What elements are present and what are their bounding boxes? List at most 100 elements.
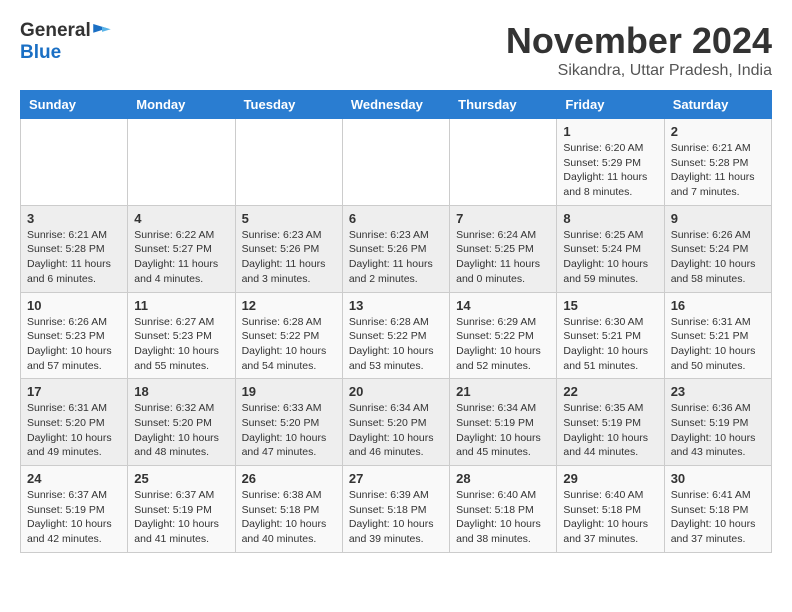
day-info: Sunrise: 6:40 AMSunset: 5:18 PMDaylight:… — [456, 488, 550, 547]
day-number: 5 — [242, 211, 336, 226]
calendar-cell: 20Sunrise: 6:34 AMSunset: 5:20 PMDayligh… — [342, 379, 449, 466]
calendar-cell: 8 Sunrise: 6:25 AMSunset: 5:24 PMDaylight… — [557, 205, 664, 292]
calendar-cell: 25 Sunrise: 6:37 AMSunset: 5:19 PMDayligh… — [128, 466, 235, 553]
day-number: 6 — [349, 211, 443, 226]
day-info: Sunrise: 6:26 AMSunset: 5:23 PMDaylight:… — [27, 315, 121, 374]
calendar-cell: 26 Sunrise: 6:38 AMSunset: 5:18 PMDayligh… — [235, 466, 342, 553]
day-number: 30 — [671, 471, 765, 486]
day-info: Sunrise: 6:36 AMSunset: 5:19 PMDaylight:… — [671, 401, 765, 460]
day-number: 24 — [27, 471, 121, 486]
month-title: November 2024 — [506, 20, 772, 62]
day-info: Sunrise: 6:37 AMSunset: 5:19 PMDaylight:… — [134, 488, 228, 547]
day-number: 10 — [27, 298, 121, 313]
calendar-cell: 6 Sunrise: 6:23 AMSunset: 5:26 PMDaylight… — [342, 205, 449, 292]
day-number: 18 — [134, 384, 228, 399]
calendar-week-row: 17 Sunrise: 6:31 AMSunset: 5:20 PMDayligh… — [21, 379, 772, 466]
calendar-cell — [21, 119, 128, 206]
calendar-cell: 4 Sunrise: 6:22 AMSunset: 5:27 PMDaylight… — [128, 205, 235, 292]
calendar-cell: 3Sunrise: 6:21 AMSunset: 5:28 PMDaylight… — [21, 205, 128, 292]
col-friday: Friday — [557, 91, 664, 119]
calendar-cell: 12 Sunrise: 6:28 AMSunset: 5:22 PMDayligh… — [235, 292, 342, 379]
location-title: Sikandra, Uttar Pradesh, India — [506, 62, 772, 80]
calendar-cell — [342, 119, 449, 206]
day-info: Sunrise: 6:29 AMSunset: 5:22 PMDaylight:… — [456, 315, 550, 374]
day-info: Sunrise: 6:31 AMSunset: 5:20 PMDaylight:… — [27, 401, 121, 460]
day-number: 23 — [671, 384, 765, 399]
col-sunday: Sunday — [21, 91, 128, 119]
col-thursday: Thursday — [450, 91, 557, 119]
col-wednesday: Wednesday — [342, 91, 449, 119]
day-info: Sunrise: 6:33 AMSunset: 5:20 PMDaylight:… — [242, 401, 336, 460]
calendar-table: Sunday Monday Tuesday Wednesday Thursday… — [20, 90, 772, 553]
day-number: 25 — [134, 471, 228, 486]
calendar-cell: 15Sunrise: 6:30 AMSunset: 5:21 PMDayligh… — [557, 292, 664, 379]
header-row: Sunday Monday Tuesday Wednesday Thursday… — [21, 91, 772, 119]
calendar-cell: 27 Sunrise: 6:39 AMSunset: 5:18 PMDayligh… — [342, 466, 449, 553]
calendar-cell: 18 Sunrise: 6:32 AMSunset: 5:20 PMDayligh… — [128, 379, 235, 466]
calendar-week-row: 1 Sunrise: 6:20 AMSunset: 5:29 PMDaylight… — [21, 119, 772, 206]
calendar-cell: 30 Sunrise: 6:41 AMSunset: 5:18 PMDayligh… — [664, 466, 771, 553]
calendar-cell: 7 Sunrise: 6:24 AMSunset: 5:25 PMDaylight… — [450, 205, 557, 292]
day-info: Sunrise: 6:23 AMSunset: 5:26 PMDaylight:… — [349, 228, 443, 287]
day-info: Sunrise: 6:27 AMSunset: 5:23 PMDaylight:… — [134, 315, 228, 374]
day-number: 14 — [456, 298, 550, 313]
day-info: Sunrise: 6:30 AMSunset: 5:21 PMDaylight:… — [563, 315, 657, 374]
day-info: Sunrise: 6:24 AMSunset: 5:25 PMDaylight:… — [456, 228, 550, 287]
day-number: 19 — [242, 384, 336, 399]
day-info: Sunrise: 6:26 AMSunset: 5:24 PMDaylight:… — [671, 228, 765, 287]
day-number: 16 — [671, 298, 765, 313]
logo-flag-icon — [93, 24, 111, 38]
day-info: Sunrise: 6:38 AMSunset: 5:18 PMDaylight:… — [242, 488, 336, 547]
day-info: Sunrise: 6:32 AMSunset: 5:20 PMDaylight:… — [134, 401, 228, 460]
calendar-cell: 13Sunrise: 6:28 AMSunset: 5:22 PMDayligh… — [342, 292, 449, 379]
day-number: 1 — [563, 124, 657, 139]
calendar-week-row: 10 Sunrise: 6:26 AMSunset: 5:23 PMDayligh… — [21, 292, 772, 379]
day-info: Sunrise: 6:20 AMSunset: 5:29 PMDaylight:… — [563, 141, 657, 200]
day-number: 17 — [27, 384, 121, 399]
calendar-cell — [450, 119, 557, 206]
logo: General Blue — [20, 20, 111, 64]
day-number: 11 — [134, 298, 228, 313]
day-info: Sunrise: 6:34 AMSunset: 5:19 PMDaylight:… — [456, 401, 550, 460]
title-section: November 2024 Sikandra, Uttar Pradesh, I… — [506, 20, 772, 80]
day-number: 7 — [456, 211, 550, 226]
calendar-cell: 10 Sunrise: 6:26 AMSunset: 5:23 PMDayligh… — [21, 292, 128, 379]
col-tuesday: Tuesday — [235, 91, 342, 119]
day-info: Sunrise: 6:25 AMSunset: 5:24 PMDaylight:… — [563, 228, 657, 287]
day-number: 27 — [349, 471, 443, 486]
calendar-week-row: 3Sunrise: 6:21 AMSunset: 5:28 PMDaylight… — [21, 205, 772, 292]
day-info: Sunrise: 6:21 AMSunset: 5:28 PMDaylight:… — [27, 228, 121, 287]
calendar-cell: 16 Sunrise: 6:31 AMSunset: 5:21 PMDayligh… — [664, 292, 771, 379]
day-number: 13 — [349, 298, 443, 313]
calendar-cell: 1 Sunrise: 6:20 AMSunset: 5:29 PMDaylight… — [557, 119, 664, 206]
calendar-cell: 5Sunrise: 6:23 AMSunset: 5:26 PMDaylight… — [235, 205, 342, 292]
calendar-cell: 29Sunrise: 6:40 AMSunset: 5:18 PMDayligh… — [557, 466, 664, 553]
day-number: 2 — [671, 124, 765, 139]
calendar-cell: 11 Sunrise: 6:27 AMSunset: 5:23 PMDayligh… — [128, 292, 235, 379]
calendar-cell: 23 Sunrise: 6:36 AMSunset: 5:19 PMDayligh… — [664, 379, 771, 466]
day-info: Sunrise: 6:28 AMSunset: 5:22 PMDaylight:… — [242, 315, 336, 374]
day-info: Sunrise: 6:35 AMSunset: 5:19 PMDaylight:… — [563, 401, 657, 460]
day-number: 28 — [456, 471, 550, 486]
calendar-cell — [235, 119, 342, 206]
day-number: 9 — [671, 211, 765, 226]
day-number: 20 — [349, 384, 443, 399]
calendar-cell: 9 Sunrise: 6:26 AMSunset: 5:24 PMDaylight… — [664, 205, 771, 292]
day-info: Sunrise: 6:22 AMSunset: 5:27 PMDaylight:… — [134, 228, 228, 287]
day-number: 8 — [563, 211, 657, 226]
calendar-cell: 22 Sunrise: 6:35 AMSunset: 5:19 PMDayligh… — [557, 379, 664, 466]
day-number: 22 — [563, 384, 657, 399]
day-number: 4 — [134, 211, 228, 226]
col-saturday: Saturday — [664, 91, 771, 119]
day-number: 12 — [242, 298, 336, 313]
logo-general: General — [20, 20, 91, 42]
calendar-cell: 21Sunrise: 6:34 AMSunset: 5:19 PMDayligh… — [450, 379, 557, 466]
calendar-cell — [128, 119, 235, 206]
day-info: Sunrise: 6:41 AMSunset: 5:18 PMDaylight:… — [671, 488, 765, 547]
day-info: Sunrise: 6:31 AMSunset: 5:21 PMDaylight:… — [671, 315, 765, 374]
calendar-cell: 2Sunrise: 6:21 AMSunset: 5:28 PMDaylight… — [664, 119, 771, 206]
calendar-cell: 17 Sunrise: 6:31 AMSunset: 5:20 PMDayligh… — [21, 379, 128, 466]
day-number: 26 — [242, 471, 336, 486]
logo-blue: Blue — [20, 42, 61, 63]
day-info: Sunrise: 6:39 AMSunset: 5:18 PMDaylight:… — [349, 488, 443, 547]
